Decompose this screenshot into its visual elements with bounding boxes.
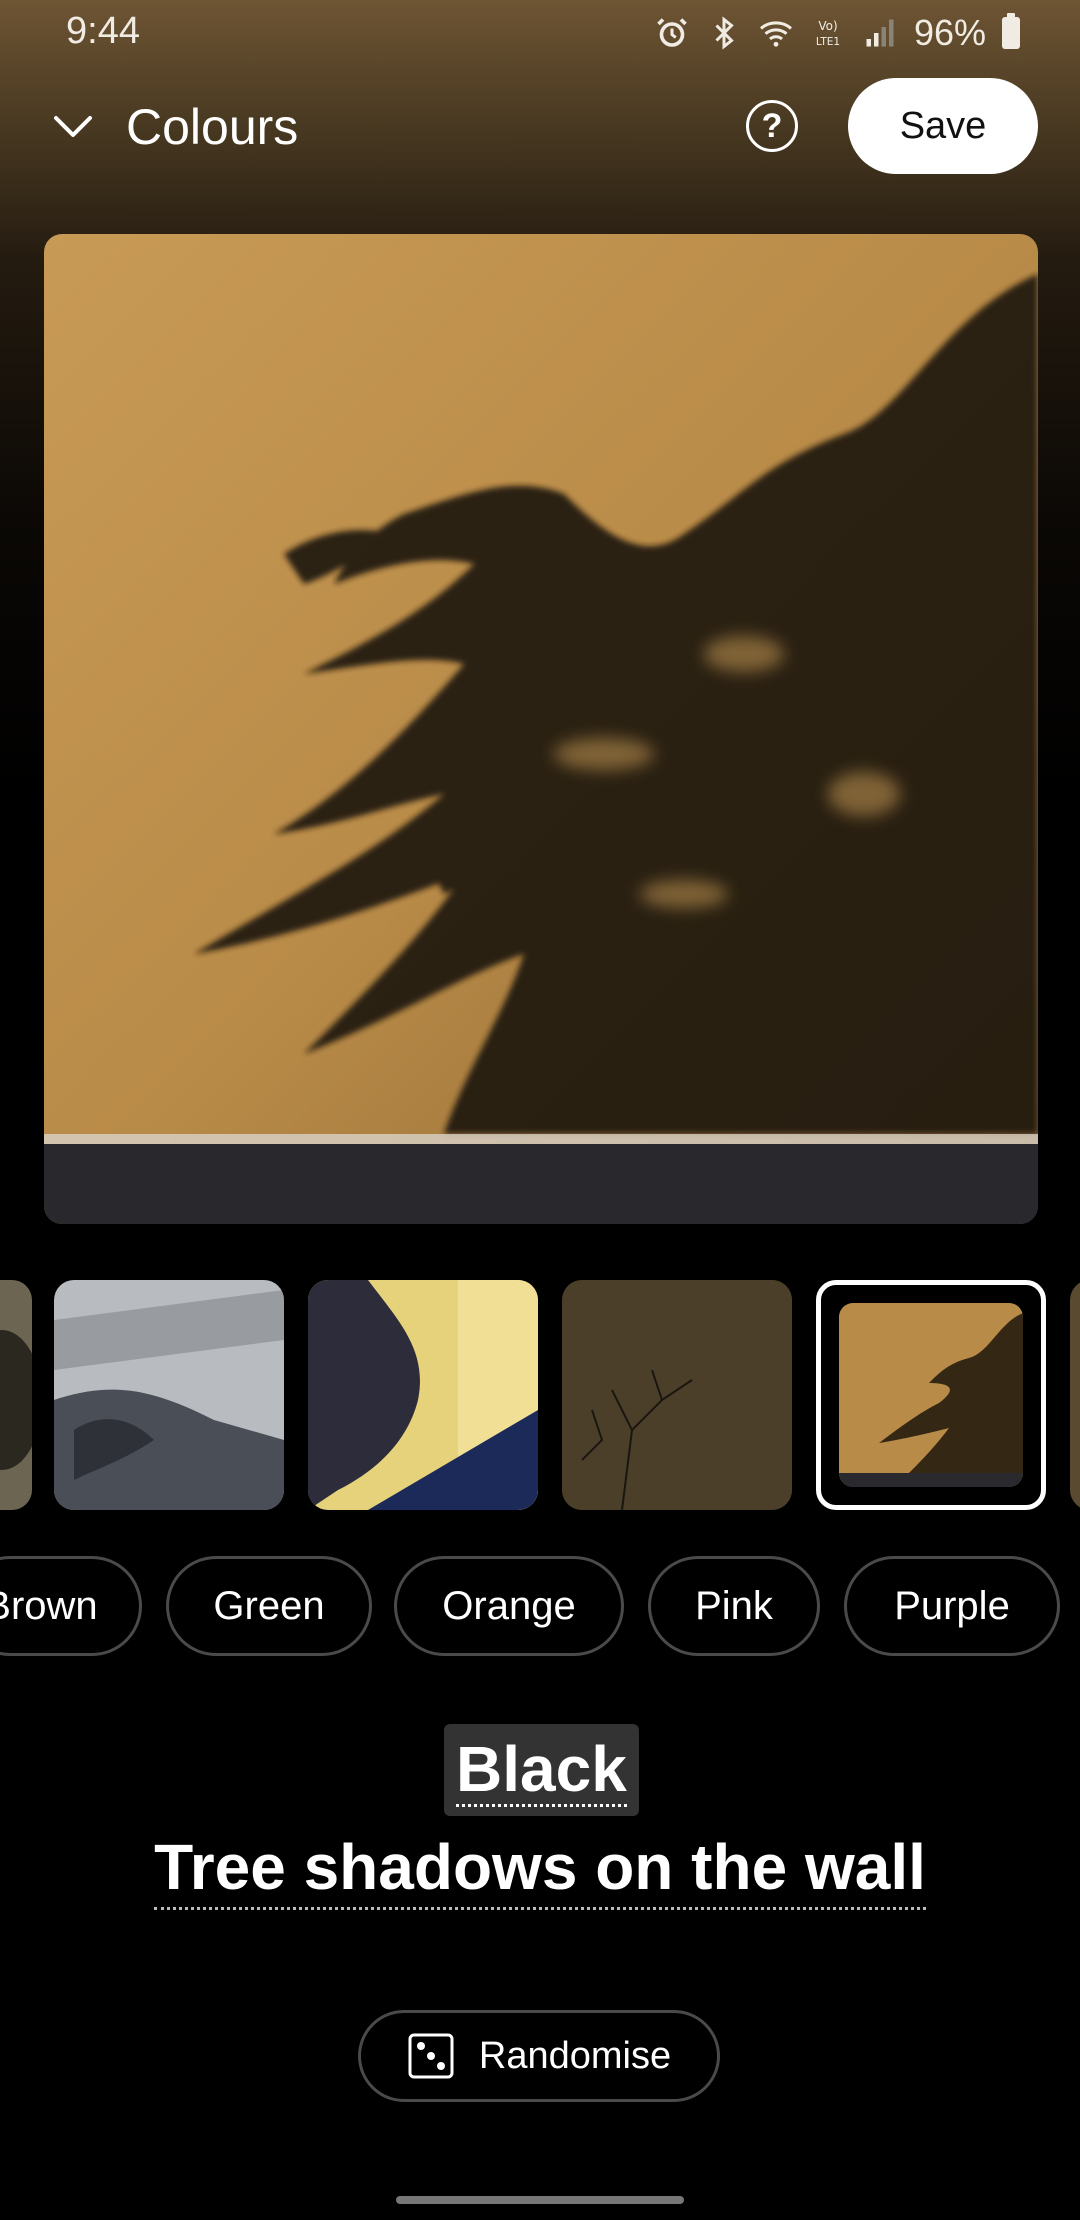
wallpaper-subtitle-text: Tree shadows on the wall: [154, 1831, 926, 1910]
home-indicator[interactable]: [396, 2196, 684, 2204]
battery-icon: [1002, 13, 1020, 49]
svg-text:Vo): Vo): [818, 19, 837, 33]
thumb-dark-branches[interactable]: [562, 1280, 792, 1510]
chip-brown[interactable]: Brown: [0, 1556, 142, 1656]
status-icons: Vo) LTE1 96%: [654, 12, 1020, 54]
chip-label: Orange: [442, 1583, 576, 1628]
wallpaper-thumbnail-strip: [0, 1278, 1080, 1514]
thumb-tree-shadows-image: [839, 1303, 1023, 1487]
chip-label: Green: [213, 1583, 325, 1628]
page-title: Colours: [126, 99, 299, 155]
colour-category-chips: Brown Green Orange Pink Purple: [0, 1556, 1080, 1660]
chip-green[interactable]: Green: [166, 1556, 372, 1656]
help-icon[interactable]: ?: [746, 100, 798, 152]
save-button[interactable]: Save: [848, 78, 1038, 174]
volte-icon: Vo) LTE1: [816, 19, 840, 48]
selected-category-label[interactable]: Black: [444, 1724, 639, 1816]
bluetooth-icon: [715, 16, 734, 50]
wallpaper-subtitle[interactable]: Tree shadows on the wall: [0, 1830, 1080, 1910]
status-time: 9:44: [66, 10, 140, 52]
chip-label: Pink: [695, 1583, 773, 1628]
thumb-grey-leaves[interactable]: [54, 1280, 284, 1510]
thumb-partial-right[interactable]: [1070, 1280, 1080, 1510]
dice-icon: [408, 2033, 454, 2079]
status-bar: 9:44 Vo) LTE1 96%: [0, 0, 1080, 66]
battery-percent: 96%: [913, 12, 986, 53]
svg-text:LTE1: LTE1: [816, 36, 840, 48]
randomise-button[interactable]: Randomise: [358, 2010, 720, 2102]
thumb-tree-shadows[interactable]: [816, 1280, 1046, 1510]
alarm-icon: [657, 18, 687, 47]
thumb-partial-left[interactable]: [0, 1280, 32, 1510]
selected-category-text: Black: [456, 1732, 627, 1807]
chip-pink[interactable]: Pink: [648, 1556, 820, 1656]
wifi-icon: [759, 21, 792, 47]
chip-label: Purple: [894, 1583, 1010, 1628]
chip-purple[interactable]: Purple: [844, 1556, 1060, 1656]
chip-label: Brown: [0, 1583, 98, 1628]
chip-orange[interactable]: Orange: [394, 1556, 624, 1656]
wallpaper-colours-screen: 9:44 Vo) LTE1 96% Colours ? Save rown Gr…: [0, 0, 1080, 2220]
header-bar: Colours ? Save: [0, 76, 1080, 176]
wallpaper-preview-image: [44, 234, 1038, 1224]
thumb-yellow-wall-tree[interactable]: [308, 1280, 538, 1510]
chevron-down-icon[interactable]: [48, 106, 98, 146]
randomise-label: Randomise: [478, 2034, 672, 2077]
signal-icon: [866, 19, 894, 47]
